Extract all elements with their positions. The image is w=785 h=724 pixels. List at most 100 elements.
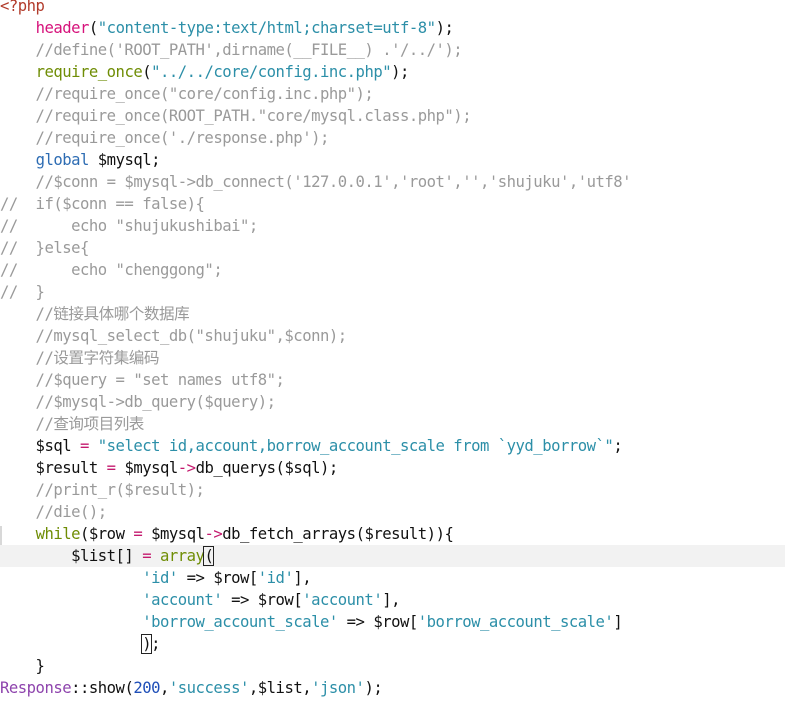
code-token: //$mysql->db_query($query); — [0, 393, 276, 411]
code-token: ; — [151, 635, 160, 653]
code-line[interactable]: //print_r($result); — [0, 479, 785, 501]
code-line[interactable]: 'borrow_account_scale' => $row['borrow_a… — [0, 611, 785, 633]
code-token: ( — [142, 63, 152, 81]
code-token: => $row[ — [337, 613, 419, 631]
code-line[interactable]: //$query = "set names utf8"; — [0, 369, 785, 391]
code-token: => $row[ — [177, 569, 259, 587]
code-token: 'account' — [142, 591, 223, 609]
code-line[interactable]: Response::show(200,'success',$list,'json… — [0, 677, 785, 699]
code-token: //require_once('./response.php'); — [0, 129, 330, 147]
code-token: db_querys($sql); — [195, 459, 339, 477]
code-token: = — [142, 547, 152, 565]
code-token: ( — [88, 19, 98, 37]
code-token: ; — [613, 437, 623, 455]
code-line[interactable]: //$conn = $mysql->db_connect('127.0.0.1'… — [0, 171, 785, 193]
code-line[interactable]: 'account' => $row['account'], — [0, 589, 785, 611]
code-line[interactable]: 'id' => $row['id'], — [0, 567, 785, 589]
code-line[interactable]: //require_once("core/config.inc.php"); — [0, 83, 785, 105]
code-token: "../../core/config.inc.php" — [151, 63, 392, 81]
code-token: , — [160, 679, 169, 697]
code-editor[interactable]: <?php header("content-type:text/html;cha… — [0, 0, 785, 724]
code-line[interactable]: //define('ROOT_PATH',dirname(__FILE__) .… — [0, 39, 785, 61]
code-line[interactable]: require_once("../../core/config.inc.php"… — [0, 61, 785, 83]
code-token: = — [133, 525, 143, 543]
code-token: ); — [364, 679, 383, 697]
code-token: ::show( — [71, 679, 134, 697]
code-token: "select id,account,borrow_account_scale … — [97, 437, 614, 455]
text-cursor — [213, 547, 215, 564]
code-line[interactable]: $result = $mysql->db_querys($sql); — [0, 457, 785, 479]
code-token: $mysql — [142, 525, 205, 543]
code-token: -> — [177, 459, 196, 477]
code-line[interactable]: //查询项目列表 — [0, 413, 785, 435]
code-line[interactable]: while($row = $mysql->db_fetch_arrays($re… — [0, 523, 785, 545]
code-line[interactable]: $sql = "select id,account,borrow_account… — [0, 435, 785, 457]
code-token: // } — [0, 283, 45, 301]
code-token: //$query = "set names utf8"; — [0, 371, 285, 389]
code-line[interactable]: // echo "shujukushibai"; — [0, 215, 785, 237]
code-token: ); — [435, 19, 454, 37]
code-line[interactable]: // if($conn == false){ — [0, 193, 785, 215]
code-token: // echo "chenggong"; — [0, 261, 223, 279]
code-line[interactable]: header("content-type:text/html;charset=u… — [0, 17, 785, 39]
code-token: array — [160, 547, 205, 565]
code-token: "content-type:text/html;charset=utf-8" — [97, 19, 436, 37]
code-token: //设置字符集编码 — [0, 349, 160, 367]
code-token: <?php — [0, 0, 45, 15]
code-token: 'borrow_account_scale' — [142, 613, 338, 631]
code-token: = — [80, 437, 89, 455]
code-token: // if($conn == false){ — [0, 195, 205, 213]
code-token: ], — [382, 591, 400, 609]
code-token: // }else{ — [0, 239, 89, 257]
active-code-line[interactable]: $list[] = array( — [0, 545, 785, 567]
code-line[interactable]: } — [0, 655, 785, 677]
code-token: => $row[ — [222, 591, 303, 609]
code-token: //mysql_select_db("shujuku",$conn); — [0, 327, 348, 345]
code-line[interactable]: //设置字符集编码 — [0, 347, 785, 369]
code-line[interactable]: //$mysql->db_query($query); — [0, 391, 785, 413]
code-token: 'id' — [142, 569, 178, 587]
code-token: header — [35, 19, 90, 37]
code-line[interactable]: //链接具体哪个数据库 — [0, 303, 785, 325]
code-token: 'success' — [168, 679, 250, 697]
code-line[interactable]: ); — [0, 633, 785, 655]
code-token: ) — [141, 634, 153, 654]
code-token: ,$list, — [248, 679, 312, 697]
code-token: $result — [0, 459, 107, 477]
code-line[interactable]: global $mysql; — [0, 149, 785, 171]
code-token: require_once — [35, 63, 143, 81]
code-line[interactable]: // }else{ — [0, 237, 785, 259]
code-token: //die(); — [0, 503, 108, 521]
code-line[interactable]: <?php — [0, 0, 785, 17]
code-line[interactable]: //mysql_select_db("shujuku",$conn); — [0, 325, 785, 347]
code-token: 'json' — [311, 679, 365, 697]
code-line[interactable]: //require_once('./response.php'); — [0, 127, 785, 149]
code-token: ); — [391, 63, 409, 81]
code-line[interactable]: //require_once(ROOT_PATH."core/mysql.cla… — [0, 105, 785, 127]
code-token: ( — [203, 546, 215, 566]
code-token: //print_r($result); — [0, 481, 205, 499]
code-token: 200 — [133, 679, 160, 697]
code-token: = — [106, 459, 116, 477]
code-token: ($row — [80, 525, 134, 543]
code-line[interactable]: // echo "chenggong"; — [0, 259, 785, 281]
code-token: // echo "shujukushibai"; — [0, 217, 258, 235]
code-token: 'account' — [302, 591, 383, 609]
code-token: //链接具体哪个数据库 — [0, 305, 190, 323]
code-token: $sql — [0, 437, 80, 455]
code-token: while — [35, 525, 81, 543]
code-token: } — [0, 657, 45, 675]
code-token: //$conn = $mysql->db_connect('127.0.0.1'… — [0, 173, 632, 191]
code-line[interactable]: //die(); — [0, 501, 785, 523]
code-line[interactable]: // } — [0, 281, 785, 303]
